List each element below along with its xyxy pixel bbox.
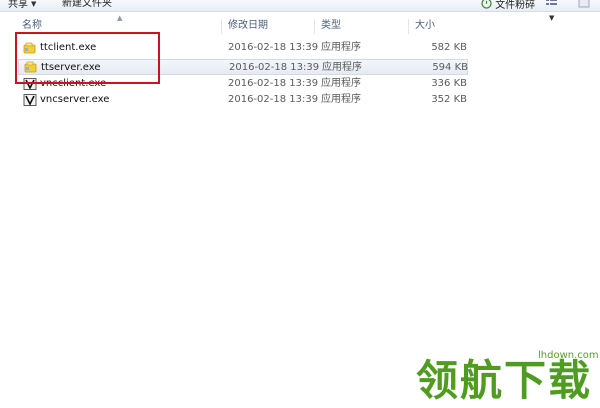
file-name: vncserver.exe bbox=[40, 94, 110, 105]
file-row-vncserver[interactable]: vncserver.exe 2016-02-18 13:39 应用程序 352 … bbox=[0, 92, 470, 108]
file-date: 2016-02-18 13:39 bbox=[228, 94, 319, 105]
file-type: 应用程序 bbox=[321, 42, 361, 53]
watermark: lhdown.com 领航下载 bbox=[414, 350, 600, 408]
help-icon bbox=[578, 0, 590, 8]
sort-ascending-icon: ▲ bbox=[117, 14, 123, 22]
shred-icon bbox=[481, 0, 492, 9]
new-folder-button[interactable]: 新建文件夹 bbox=[62, 0, 112, 12]
file-date: 2016-02-18 13:39 bbox=[228, 42, 319, 53]
share-label: 共享 bbox=[8, 0, 28, 10]
column-divider[interactable] bbox=[408, 19, 409, 34]
view-options-icon bbox=[546, 0, 557, 5]
new-folder-label: 新建文件夹 bbox=[62, 0, 112, 9]
shred-file-button[interactable]: 文件粉碎 bbox=[481, 0, 535, 12]
file-size: 594 KB bbox=[432, 62, 468, 73]
file-date: 2016-02-18 13:39 bbox=[229, 62, 320, 73]
toolbar: 共享 ▼ 新建文件夹 文件粉碎 ▼ bbox=[0, 0, 600, 22]
file-type: 应用程序 bbox=[321, 78, 361, 89]
share-menu-button[interactable]: 共享 ▼ bbox=[8, 0, 36, 12]
file-size: 582 KB bbox=[431, 42, 467, 53]
vnc-app-icon bbox=[23, 94, 37, 106]
column-date-header[interactable]: 修改日期 bbox=[228, 16, 268, 36]
watermark-text: 领航下载 bbox=[416, 356, 593, 405]
shred-label: 文件粉碎 bbox=[495, 0, 536, 11]
file-type: 应用程序 bbox=[322, 62, 362, 73]
column-type-header[interactable]: 类型 bbox=[321, 16, 341, 36]
column-size-header[interactable]: 大小 bbox=[415, 16, 435, 36]
file-size: 352 KB bbox=[431, 94, 467, 105]
file-size: 336 KB bbox=[431, 78, 467, 89]
highlight-box bbox=[15, 32, 160, 84]
chevron-down-icon: ▼ bbox=[31, 0, 37, 8]
column-divider[interactable] bbox=[314, 19, 315, 34]
help-button[interactable] bbox=[578, 0, 592, 12]
file-date: 2016-02-18 13:39 bbox=[228, 78, 319, 89]
file-type: 应用程序 bbox=[321, 94, 361, 105]
view-options-button[interactable]: ▼ bbox=[546, 0, 560, 22]
column-divider[interactable] bbox=[221, 19, 222, 34]
